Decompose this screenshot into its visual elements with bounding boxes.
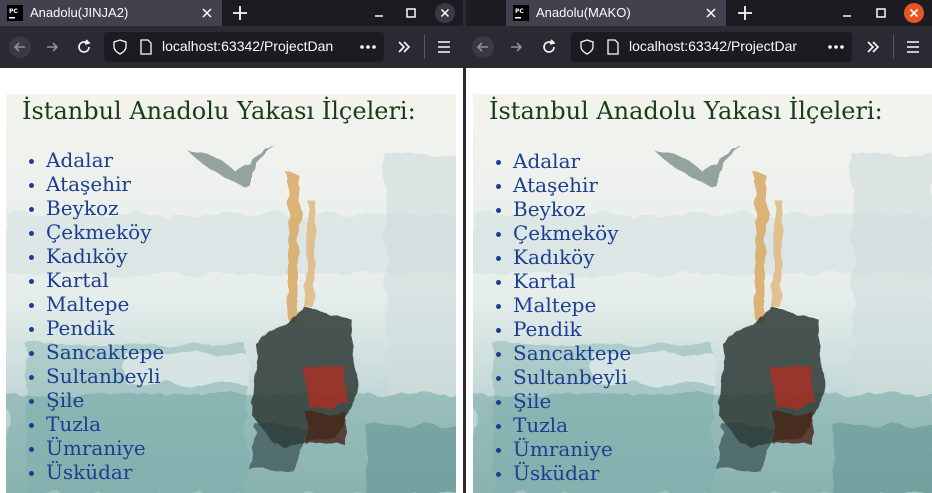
maximize-icon[interactable] <box>870 2 892 24</box>
plus-icon[interactable] <box>733 1 757 25</box>
district-list: Adalar Ataşehir Beykoz Çekmeköy Kadıköy … <box>22 148 164 484</box>
list-item: Tuzla <box>46 412 164 436</box>
maximize-icon[interactable] <box>400 2 422 24</box>
list-item: Kadıköy <box>46 244 164 268</box>
url-text[interactable]: localhost:63342/ProjectDan <box>162 38 354 54</box>
browser-window-jinja2: PC Anadolu(JINJA2) localhost:63342/Proje… <box>0 0 463 493</box>
pycharm-icon: PC <box>513 5 529 21</box>
list-item: Adalar <box>46 148 164 172</box>
list-item: Kartal <box>513 269 631 293</box>
list-item: Kadıköy <box>513 245 631 269</box>
tab-title: Anadolu(MAKO) <box>536 5 631 20</box>
svg-text:PC: PC <box>9 8 18 15</box>
menu-icon[interactable] <box>432 35 456 59</box>
tab-bar: PC Anadolu(JINJA2) <box>0 0 463 26</box>
list-item: Ataşehir <box>46 172 164 196</box>
list-item: Pendik <box>46 316 164 340</box>
list-item: Çekmeköy <box>513 221 631 245</box>
list-item: Ataşehir <box>513 173 631 197</box>
tab-active[interactable]: PC Anadolu(MAKO) <box>506 0 726 26</box>
reload-icon[interactable] <box>537 35 561 59</box>
browser-window-mako: PC Anadolu(MAKO) localhost:63342/Project… <box>466 0 932 493</box>
minimize-icon[interactable] <box>368 2 390 24</box>
list-item: Sancaktepe <box>46 340 164 364</box>
overflow-icon[interactable] <box>392 35 416 59</box>
forward-icon[interactable] <box>504 35 528 59</box>
pycharm-icon: PC <box>7 5 23 21</box>
more-icon[interactable] <box>358 39 378 55</box>
list-item: Şile <box>513 389 631 413</box>
list-item: Üsküdar <box>513 461 631 485</box>
list-item: Adalar <box>513 149 631 173</box>
plus-icon[interactable] <box>228 1 252 25</box>
minimize-icon[interactable] <box>836 2 858 24</box>
toolbar-divider <box>424 35 425 59</box>
page-title: İstanbul Anadolu Yakası İlçeleri: <box>22 97 416 125</box>
tab-active[interactable]: PC Anadolu(JINJA2) <box>0 0 222 26</box>
list-item: Çekmeköy <box>46 220 164 244</box>
district-list: Adalar Ataşehir Beykoz Çekmeköy Kadıköy … <box>489 149 631 485</box>
close-icon[interactable] <box>198 4 216 22</box>
page-content: İstanbul Anadolu Yakası İlçeleri: Adalar… <box>466 68 932 493</box>
toolbar-divider <box>893 35 894 59</box>
list-item: Ümraniye <box>46 436 164 460</box>
list-item: Sultanbeyli <box>513 365 631 389</box>
more-icon[interactable] <box>826 39 846 55</box>
menu-icon[interactable] <box>901 35 925 59</box>
close-icon[interactable] <box>903 2 925 24</box>
url-text[interactable]: localhost:63342/ProjectDar <box>629 38 821 54</box>
list-item: Maltepe <box>46 292 164 316</box>
forward-icon[interactable] <box>40 35 64 59</box>
url-bar[interactable]: localhost:63342/ProjectDar <box>571 32 852 62</box>
list-item: Sultanbeyli <box>46 364 164 388</box>
tab-bar: PC Anadolu(MAKO) <box>466 0 932 26</box>
nav-toolbar: localhost:63342/ProjectDar <box>466 26 932 68</box>
list-item: Beykoz <box>46 196 164 220</box>
page-icon <box>605 39 621 55</box>
list-item: Ümraniye <box>513 437 631 461</box>
overflow-icon[interactable] <box>861 35 885 59</box>
shield-icon[interactable] <box>112 39 128 55</box>
back-icon[interactable] <box>8 35 32 59</box>
back-icon[interactable] <box>471 35 495 59</box>
page-title: İstanbul Anadolu Yakası İlçeleri: <box>489 97 883 125</box>
tab-title: Anadolu(JINJA2) <box>30 5 129 20</box>
close-icon[interactable] <box>702 4 720 22</box>
page-icon <box>138 39 154 55</box>
page-content: İstanbul Anadolu Yakası İlçeleri: Adalar… <box>0 68 463 493</box>
reload-icon[interactable] <box>72 35 96 59</box>
list-item: Beykoz <box>513 197 631 221</box>
svg-text:PC: PC <box>515 8 524 15</box>
list-item: Üsküdar <box>46 460 164 484</box>
list-item: Kartal <box>46 268 164 292</box>
nav-toolbar: localhost:63342/ProjectDan <box>0 26 463 68</box>
close-icon[interactable] <box>434 2 456 24</box>
list-item: Şile <box>46 388 164 412</box>
list-item: Pendik <box>513 317 631 341</box>
list-item: Maltepe <box>513 293 631 317</box>
list-item: Sancaktepe <box>513 341 631 365</box>
url-bar[interactable]: localhost:63342/ProjectDan <box>104 32 384 62</box>
shield-icon[interactable] <box>579 39 595 55</box>
list-item: Tuzla <box>513 413 631 437</box>
